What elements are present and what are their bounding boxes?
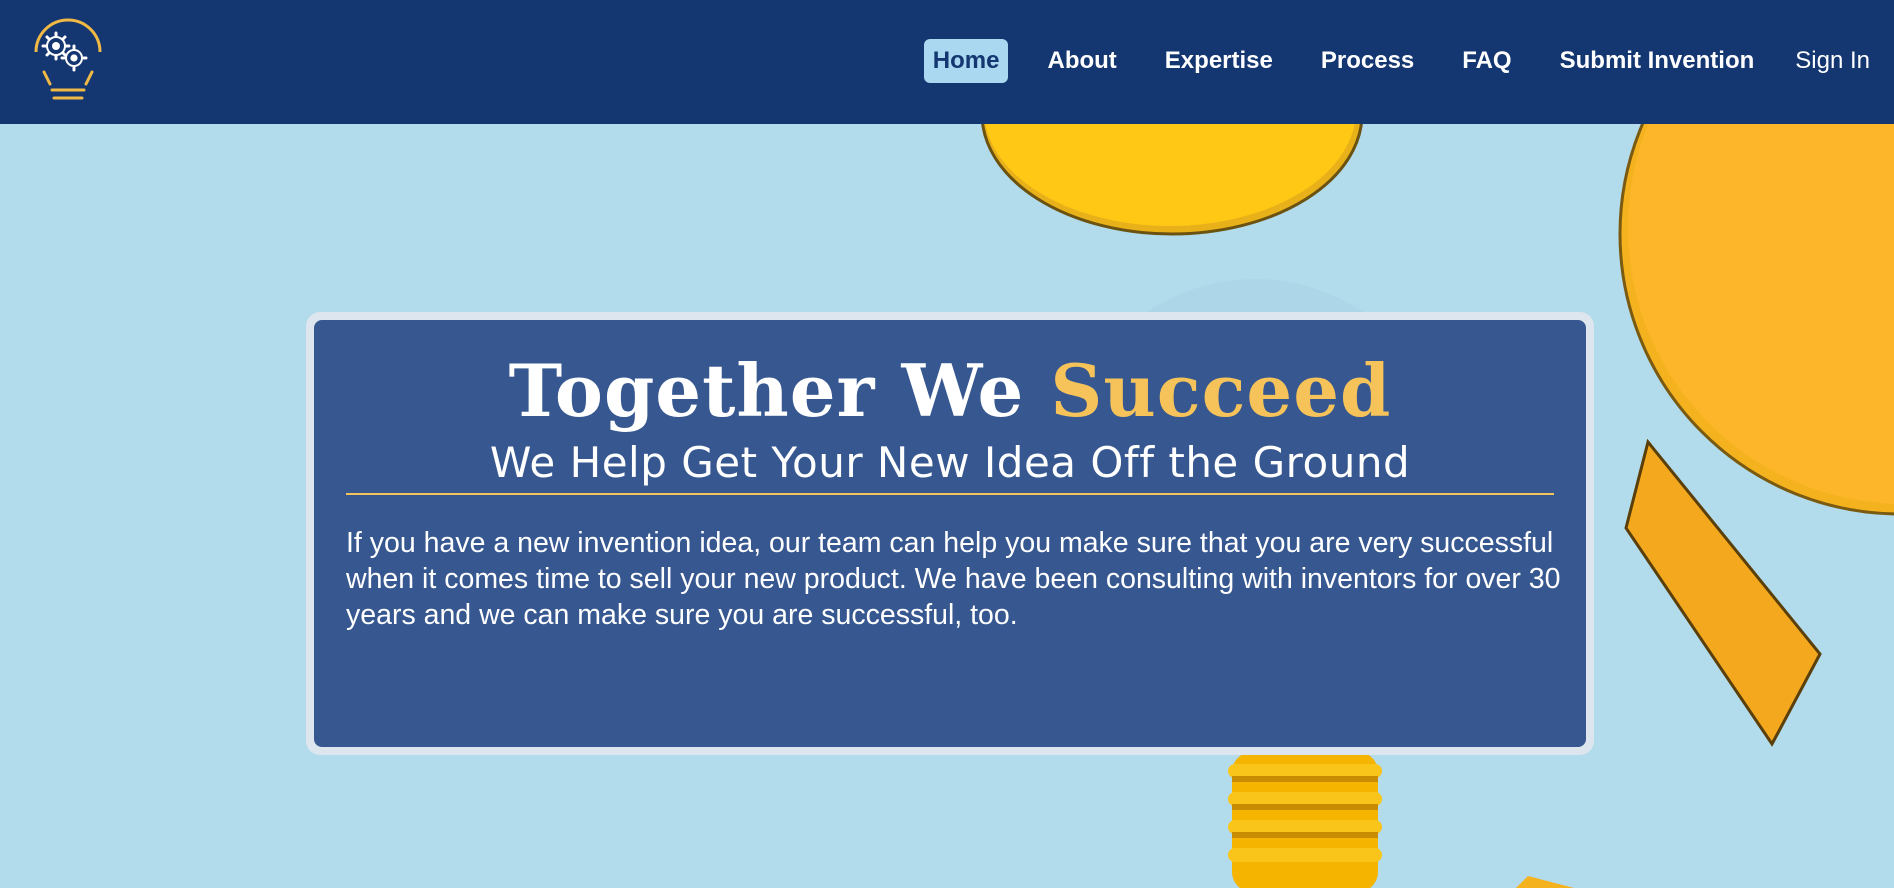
nav-about[interactable]: About <box>1038 39 1125 83</box>
nav-home[interactable]: Home <box>923 39 1009 83</box>
hero-body-text: If you have a new invention idea, our te… <box>346 527 1561 631</box>
sign-in-link[interactable]: Sign In <box>1795 47 1870 75</box>
headline-main-text: Together We <box>508 348 1051 433</box>
nav-submit-invention[interactable]: Submit Invention <box>1551 39 1764 83</box>
hero-headline: Together We Succeed <box>314 348 1586 433</box>
hero-subheadline: We Help Get Your New Idea Off the Ground <box>489 438 1411 487</box>
main-nav: Home About Expertise Process FAQ Submit … <box>923 38 1894 84</box>
lightbulb-gears-icon[interactable] <box>26 14 110 108</box>
headline-accent-text: Succeed <box>1050 348 1392 433</box>
nav-process[interactable]: Process <box>1312 39 1423 83</box>
site-header: Home About Expertise Process FAQ Submit … <box>0 0 1894 124</box>
divider-line <box>346 493 1554 495</box>
hero-card: Together We Succeed We Help Get Your New… <box>314 320 1586 747</box>
nav-faq[interactable]: FAQ <box>1453 39 1520 83</box>
nav-expertise[interactable]: Expertise <box>1156 39 1282 83</box>
